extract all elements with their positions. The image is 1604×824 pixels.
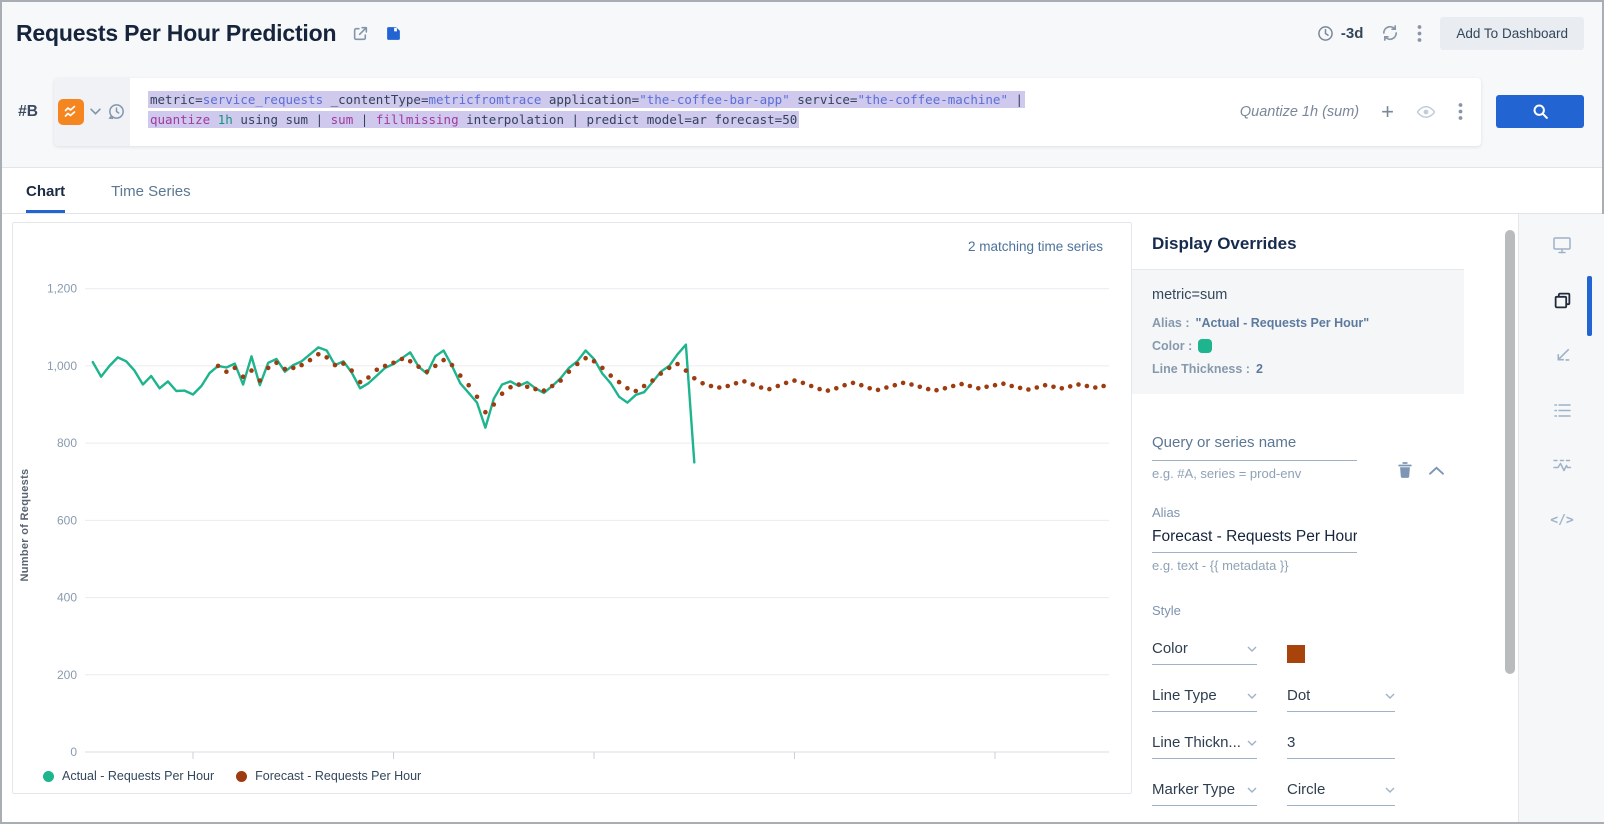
line-type-value-dropdown[interactable]: Dot: [1287, 687, 1395, 712]
alias-placeholder-hint: e.g. text - {{ metadata }}: [1152, 558, 1444, 573]
tabs-row: Chart Time Series: [2, 168, 1602, 214]
svg-text:200: 200: [57, 668, 77, 682]
query-ref-label: #B: [2, 103, 54, 121]
override-thickness-label: Line Thickness :: [1152, 362, 1250, 376]
page-header: Requests Per Hour Prediction -3d Ad: [2, 2, 1602, 64]
clock-icon: [1317, 25, 1334, 42]
delete-override-icon[interactable]: [1397, 461, 1413, 479]
panel-scrollbar-thumb[interactable]: [1505, 230, 1515, 674]
override-summary-card[interactable]: metric=sum Alias : "Actual - Requests Pe…: [1132, 270, 1464, 394]
style-section-label: Style: [1152, 603, 1444, 618]
chart-legend: Actual - Requests Per Hour Forecast - Req…: [43, 769, 421, 783]
override-form: Query or series name e.g. #A, series = p…: [1132, 394, 1464, 806]
axes-tool-icon[interactable]: [1551, 344, 1573, 366]
metrics-query-icon[interactable]: [58, 99, 84, 125]
chevron-down-icon: [1247, 693, 1257, 699]
alias-field-label: Alias: [1152, 505, 1444, 520]
query-card: metric=service_requests _contentType=met…: [54, 78, 1481, 146]
marker-type-property-dropdown[interactable]: Marker Type: [1152, 781, 1257, 806]
query-input[interactable]: metric=service_requests _contentType=met…: [130, 78, 1232, 146]
legend-item-0[interactable]: Actual - Requests Per Hour: [43, 769, 214, 783]
override-color-label: Color :: [1152, 339, 1192, 353]
legend-label: Actual - Requests Per Hour: [62, 769, 214, 783]
collapse-override-icon[interactable]: [1429, 466, 1444, 475]
style-color-dropdown[interactable]: Color: [1152, 640, 1257, 665]
tab-chart[interactable]: Chart: [26, 183, 65, 213]
events-pulse-tool-icon[interactable]: [1551, 454, 1573, 476]
line-thickness-property-dropdown[interactable]: Line Thickn...: [1152, 734, 1257, 759]
chevron-down-icon: [1247, 787, 1257, 793]
code-tool-icon[interactable]: </>: [1551, 509, 1573, 531]
marker-type-value-dropdown[interactable]: Circle: [1287, 781, 1395, 806]
svg-text:1,000: 1,000: [47, 359, 77, 373]
panel-title: Display Overrides: [1132, 214, 1464, 270]
main-area: 2 matching time series Number of Request…: [2, 214, 1602, 822]
line-type-property-dropdown[interactable]: Line Type: [1152, 687, 1257, 712]
legend-label: Forecast - Requests Per Hour: [255, 769, 421, 783]
query-type-controls: [54, 78, 130, 146]
series-name-input[interactable]: [1152, 451, 1357, 461]
svg-text:1,200: 1,200: [47, 282, 77, 296]
panel-scrollbar-track: [1464, 214, 1518, 822]
override-alias-label: Alias :: [1152, 316, 1190, 330]
chevron-down-icon[interactable]: [90, 108, 101, 115]
display-overrides-panel: Display Overrides metric=sum Alias : "Ac…: [1132, 214, 1464, 822]
search-icon: [1532, 103, 1549, 120]
time-range-control[interactable]: -3d: [1317, 25, 1364, 42]
alias-input[interactable]: [1152, 520, 1357, 553]
override-metric: metric=sum: [1152, 287, 1444, 303]
run-query-button[interactable]: [1496, 95, 1584, 128]
quantize-summary: Quantize 1h (sum): [1240, 104, 1359, 120]
chevron-down-icon: [1247, 740, 1257, 746]
save-icon[interactable]: [385, 25, 402, 42]
svg-text:0: 0: [70, 745, 77, 759]
time-range-value: -3d: [1341, 25, 1364, 42]
query-section: #B metric=service_requests _contentType=…: [2, 64, 1602, 168]
chevron-down-icon: [1385, 693, 1395, 699]
share-icon[interactable]: [352, 25, 369, 42]
kebab-menu-icon[interactable]: [1417, 24, 1422, 43]
right-toolbar: </>: [1518, 214, 1604, 822]
override-alias-value: "Actual - Requests Per Hour": [1196, 316, 1370, 330]
override-color-swatch: [1198, 339, 1212, 353]
chevron-down-icon: [1247, 646, 1257, 652]
override-thickness-value: 2: [1256, 362, 1263, 376]
page-title: Requests Per Hour Prediction: [16, 20, 336, 47]
query-kebab-icon[interactable]: [1458, 102, 1463, 121]
clock-history-icon[interactable]: [107, 102, 126, 121]
refresh-icon[interactable]: [1381, 24, 1399, 42]
line-thickness-input[interactable]: 3: [1287, 734, 1395, 759]
query-line-1: metric=service_requests _contentType=met…: [148, 91, 1025, 108]
query-line-2: quantize 1h using sum | sum | fillmissin…: [148, 111, 799, 128]
series-name-placeholder: e.g. #A, series = prod-env: [1152, 466, 1379, 481]
add-to-dashboard-button[interactable]: Add To Dashboard: [1440, 17, 1584, 50]
active-tool-indicator: [1587, 276, 1592, 336]
list-tool-icon[interactable]: [1551, 399, 1573, 421]
add-query-icon[interactable]: +: [1381, 101, 1394, 123]
svg-text:800: 800: [57, 436, 77, 450]
y-axis-title: Number of Requests: [19, 385, 31, 665]
legend-dot: [236, 771, 247, 782]
time-series-chart[interactable]: 02004006008001,0001,200Dec 20Dec 21Dec 2…: [13, 223, 1131, 763]
display-tool-icon[interactable]: [1551, 234, 1573, 256]
svg-text:400: 400: [57, 591, 77, 605]
series-name-label: Query or series name: [1152, 434, 1379, 451]
display-overrides-tool-icon[interactable]: [1551, 289, 1573, 311]
legend-item-1[interactable]: Forecast - Requests Per Hour: [236, 769, 421, 783]
legend-dot: [43, 771, 54, 782]
tab-time-series[interactable]: Time Series: [111, 183, 190, 213]
chart-card: 2 matching time series Number of Request…: [12, 222, 1132, 794]
eye-icon[interactable]: [1416, 105, 1436, 119]
style-color-swatch[interactable]: [1287, 645, 1305, 663]
svg-text:600: 600: [57, 513, 77, 527]
chevron-down-icon: [1385, 787, 1395, 793]
matching-series-count: 2 matching time series: [968, 239, 1103, 254]
